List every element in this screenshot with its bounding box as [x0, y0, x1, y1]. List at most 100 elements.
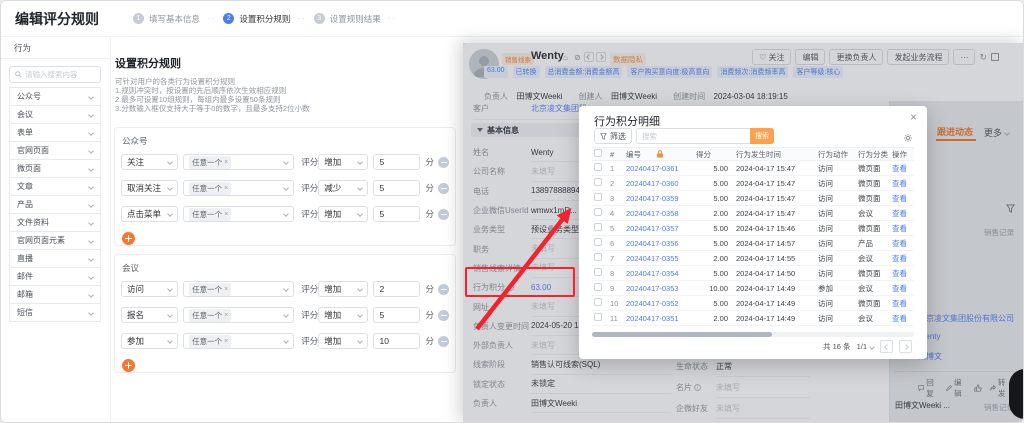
modal-search-button[interactable]: 搜索: [750, 128, 774, 144]
cell-id-link[interactable]: 20240417-0359: [624, 191, 694, 206]
remove-rule-button[interactable]: [438, 310, 449, 321]
tag-remove-icon[interactable]: ×: [224, 159, 228, 166]
behavior-category-item[interactable]: 官网页面: [9, 141, 101, 160]
remove-rule-button[interactable]: [438, 336, 449, 347]
next-page-button[interactable]: [899, 340, 912, 353]
prev-page-button[interactable]: [880, 340, 893, 353]
behavior-category-item[interactable]: 短信: [9, 303, 101, 322]
cell-id-link[interactable]: 20240417-0357: [624, 221, 694, 236]
rule-score-input[interactable]: [373, 154, 420, 170]
row-checkbox[interactable]: [594, 298, 602, 306]
rule-score-input[interactable]: [373, 281, 420, 297]
behavior-category-item[interactable]: 文章: [9, 177, 101, 196]
cell-view-link[interactable]: 查看: [890, 191, 914, 206]
row-checkbox[interactable]: [594, 253, 602, 261]
row-checkbox[interactable]: [594, 238, 602, 246]
behavior-category-item[interactable]: 邮箱: [9, 285, 101, 304]
rule-score-input[interactable]: [373, 333, 420, 349]
sidebar-search[interactable]: [9, 66, 101, 83]
row-checkbox[interactable]: [594, 208, 602, 216]
cell-id-link[interactable]: 20240417-0358: [624, 206, 694, 221]
remove-rule-button[interactable]: [438, 183, 449, 194]
cell-view-link[interactable]: 查看: [890, 266, 914, 281]
behavior-category-item[interactable]: 产品: [9, 195, 101, 214]
select-all-checkbox[interactable]: [594, 149, 602, 157]
row-checkbox[interactable]: [594, 283, 602, 291]
rule-op-select[interactable]: 减少: [318, 180, 368, 196]
filter-button[interactable]: 筛选: [594, 128, 632, 144]
rule-action-select[interactable]: 参加: [121, 333, 178, 349]
sidebar-search-input[interactable]: [25, 70, 91, 79]
tag-remove-icon[interactable]: ×: [224, 338, 228, 345]
cell-view-link[interactable]: 查看: [890, 251, 914, 266]
row-checkbox[interactable]: [594, 268, 602, 276]
wizard-step[interactable]: 1 填写基本信息: [133, 13, 200, 25]
scrollbar-thumb[interactable]: [592, 332, 772, 337]
cell-view-link[interactable]: 查看: [890, 236, 914, 251]
rule-action-select[interactable]: 关注: [121, 154, 178, 170]
behavior-category-item[interactable]: 微页面: [9, 159, 101, 178]
close-icon[interactable]: ×: [910, 110, 917, 124]
rule-target-multiselect[interactable]: 任意一个 ×: [183, 307, 294, 323]
cell-id-link[interactable]: 20240417-0352: [624, 296, 694, 311]
behavior-category-item[interactable]: 官网页面元素: [9, 231, 101, 250]
rule-op-select[interactable]: 增加: [318, 206, 368, 222]
wizard-step[interactable]: 2 设置积分规则: [223, 13, 290, 25]
cell-id-link[interactable]: 20240417-0351: [624, 311, 694, 326]
cell-view-link[interactable]: 查看: [890, 176, 914, 191]
rule-target-multiselect[interactable]: 任意一个 ×: [183, 180, 294, 196]
rule-action-select[interactable]: 点击菜单: [121, 206, 178, 222]
page-select[interactable]: 1/1: [857, 342, 874, 351]
rule-action-select[interactable]: 访问: [121, 281, 178, 297]
tag-remove-icon[interactable]: ×: [224, 185, 228, 192]
cell-id-link[interactable]: 20240417-0353: [624, 281, 694, 296]
rule-target-multiselect[interactable]: 任意一个 ×: [183, 206, 294, 222]
add-rule-button[interactable]: [122, 359, 135, 372]
rule-score-input[interactable]: [373, 307, 420, 323]
tag-remove-icon[interactable]: ×: [224, 312, 228, 319]
row-checkbox[interactable]: [594, 223, 602, 231]
behavior-category-item[interactable]: 邮件: [9, 267, 101, 286]
remove-rule-button[interactable]: [438, 157, 449, 168]
wizard-step[interactable]: 3 设置规则结果: [314, 13, 381, 25]
row-checkbox[interactable]: [594, 193, 602, 201]
tag-remove-icon[interactable]: ×: [224, 211, 228, 218]
rule-op-select[interactable]: 增加: [318, 154, 368, 170]
behavior-category-item[interactable]: 公众号: [9, 87, 101, 106]
rule-op-select[interactable]: 增加: [318, 333, 368, 349]
cell-id-link[interactable]: 20240417-0360: [624, 176, 694, 191]
cell-view-link[interactable]: 查看: [890, 311, 914, 326]
cell-view-link[interactable]: 查看: [890, 161, 914, 176]
cell-id-link[interactable]: 20240417-0354: [624, 266, 694, 281]
modal-search-input[interactable]: [636, 128, 750, 144]
behavior-category-item[interactable]: 文件资料: [9, 213, 101, 232]
cell-id-link[interactable]: 20240417-0356: [624, 236, 694, 251]
remove-rule-button[interactable]: [438, 284, 449, 295]
rule-target-multiselect[interactable]: 任意一个 ×: [183, 333, 294, 349]
rule-target-multiselect[interactable]: 任意一个 ×: [183, 154, 294, 170]
gear-icon[interactable]: [903, 130, 913, 148]
cell-id-link[interactable]: 20240417-0361: [624, 161, 694, 176]
behavior-category-item[interactable]: 会议: [9, 105, 101, 124]
rule-op-select[interactable]: 增加: [318, 307, 368, 323]
row-checkbox[interactable]: [594, 178, 602, 186]
rule-action-select[interactable]: 报名: [121, 307, 178, 323]
cell-view-link[interactable]: 查看: [890, 206, 914, 221]
cell-view-link[interactable]: 查看: [890, 281, 914, 296]
row-checkbox[interactable]: [594, 163, 602, 171]
rule-target-multiselect[interactable]: 任意一个 ×: [183, 281, 294, 297]
cell-view-link[interactable]: 查看: [890, 221, 914, 236]
row-checkbox[interactable]: [594, 313, 602, 321]
behavior-category-item[interactable]: 直播: [9, 249, 101, 268]
tag-remove-icon[interactable]: ×: [224, 286, 228, 293]
rule-score-input[interactable]: [373, 206, 420, 222]
behavior-category-item[interactable]: 表单: [9, 123, 101, 142]
cell-view-link[interactable]: 查看: [890, 296, 914, 311]
cell-id-link[interactable]: 20240417-0355: [624, 251, 694, 266]
rule-op-select[interactable]: 增加: [318, 281, 368, 297]
add-rule-button[interactable]: [122, 232, 135, 245]
floating-widget-handle[interactable]: [1009, 369, 1024, 419]
rule-action-select[interactable]: 取消关注: [121, 180, 178, 196]
rule-score-input[interactable]: [373, 180, 420, 196]
remove-rule-button[interactable]: [438, 209, 449, 220]
